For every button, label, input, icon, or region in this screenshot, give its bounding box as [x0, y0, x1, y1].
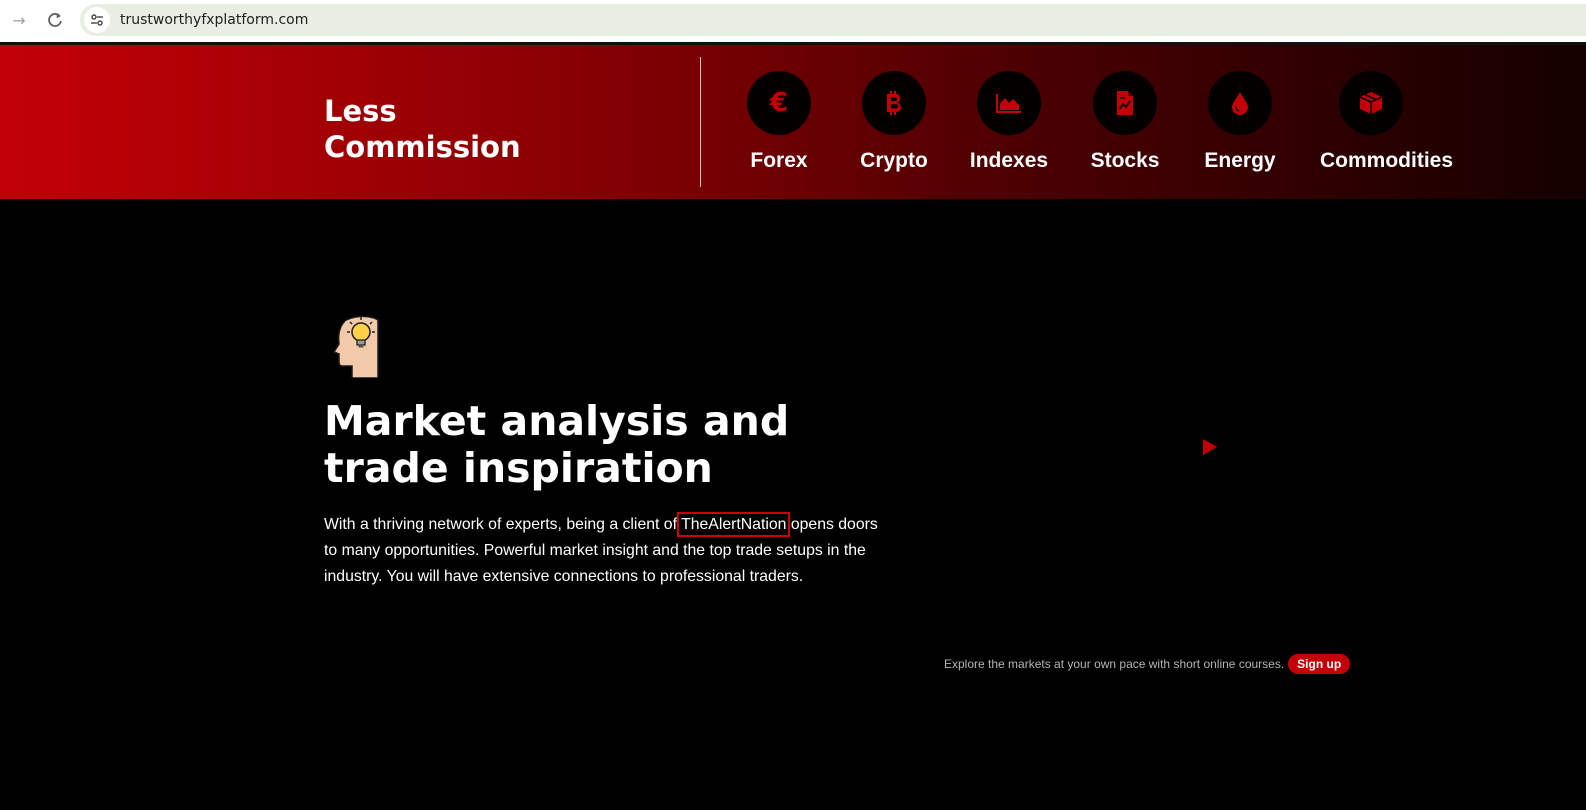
market-icon-circle [977, 71, 1041, 135]
commission-banner: Less Commission € Forex Crypto Indexes S… [0, 45, 1586, 199]
section-heading-line-2: trade inspiration [324, 444, 713, 492]
market-icon-circle [1339, 71, 1403, 135]
document-chart-icon [1117, 91, 1133, 115]
market-stocks[interactable]: Stocks [1065, 71, 1185, 173]
market-icon-circle: € [747, 71, 811, 135]
market-icon-circle [1208, 71, 1272, 135]
arrow-right-icon[interactable]: → [8, 9, 30, 31]
cube-icon [1359, 92, 1383, 114]
reload-icon[interactable] [44, 9, 66, 31]
address-bar[interactable]: trustworthyfxplatform.com [80, 4, 1586, 36]
description-text-start: With a thriving network of experts, bein… [324, 516, 682, 533]
drop-icon [1232, 92, 1248, 115]
market-icon-circle [862, 71, 926, 135]
banner-title-line-2: Commission [324, 130, 521, 164]
market-label: Crypto [860, 149, 928, 172]
euro-icon: € [769, 88, 789, 118]
market-icon-circle [1093, 71, 1157, 135]
market-label: Indexes [969, 149, 1049, 172]
signup-button[interactable]: Sign up [1288, 654, 1351, 674]
market-label: Energy [1204, 149, 1276, 172]
signup-row: Explore the markets at your own pace wit… [944, 654, 1351, 674]
banner-divider [700, 57, 701, 187]
play-icon[interactable] [1202, 438, 1218, 456]
section-heading-line-1: Market analysis and [324, 397, 790, 445]
site-settings-icon[interactable] [84, 7, 110, 33]
section-heading: Market analysis and trade inspiration [324, 398, 884, 492]
area-chart-icon [996, 94, 1021, 113]
section-description: With a thriving network of experts, bein… [324, 512, 884, 590]
market-indexes[interactable]: Indexes [949, 71, 1069, 173]
market-label: Forex [750, 149, 808, 172]
market-label: Commodities [1320, 149, 1454, 172]
banner-title: Less Commission [324, 93, 521, 165]
market-label: Stocks [1090, 149, 1160, 172]
url-text[interactable]: trustworthyfxplatform.com [120, 12, 308, 28]
market-commodities[interactable]: Commodities [1320, 71, 1454, 173]
market-forex[interactable]: € Forex [719, 71, 839, 173]
head-lightbulb-icon [332, 315, 379, 378]
brand-name: TheAlertNation [677, 512, 791, 537]
market-energy[interactable]: Energy [1180, 71, 1300, 173]
banner-title-line-1: Less [324, 94, 397, 128]
market-crypto[interactable]: Crypto [834, 71, 954, 173]
signup-text: Explore the markets at your own pace wit… [944, 657, 1285, 671]
browser-toolbar: → trustworthyfxplatform.com [0, 0, 1586, 44]
bitcoin-icon [887, 91, 902, 115]
